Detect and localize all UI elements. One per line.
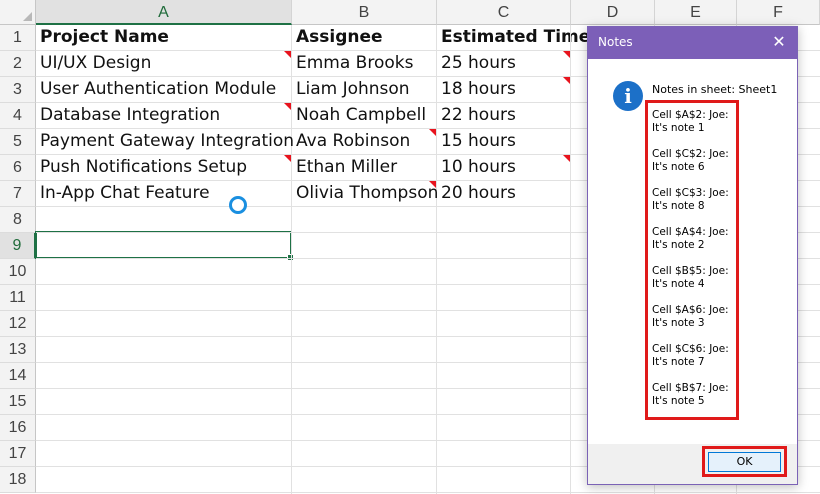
active-cell-a9[interactable] <box>35 231 294 261</box>
row-header-15[interactable]: 15 <box>0 389 36 415</box>
column-header-d[interactable]: D <box>571 0 655 25</box>
note-item: Cell $C$3: Joe: It's note 8 <box>652 187 729 212</box>
dialog-title: Notes <box>598 35 633 49</box>
cell-text: Olivia Thompson <box>296 183 439 203</box>
row-header-4[interactable]: 4 <box>0 103 36 129</box>
cell-c7[interactable]: 20 hours <box>437 181 571 207</box>
note-indicator-icon <box>284 51 291 58</box>
note-indicator-icon <box>429 181 436 188</box>
row-header-16[interactable]: 16 <box>0 415 36 441</box>
row-header-18[interactable]: 18 <box>0 467 36 493</box>
dialog-title-bar[interactable]: Notes ✕ <box>588 27 797 59</box>
cell-c1[interactable]: Estimated Time <box>437 25 590 51</box>
row-header-3[interactable]: 3 <box>0 77 36 103</box>
cell-text: 18 hours <box>441 79 516 99</box>
note-item: Cell $B$5: Joe: It's note 4 <box>652 265 729 290</box>
cell-text: Push Notifications Setup <box>40 157 248 177</box>
cell-c6[interactable]: 10 hours <box>437 155 571 181</box>
row-header-17[interactable]: 17 <box>0 441 36 467</box>
cell-text: 25 hours <box>441 53 516 73</box>
row-header-13[interactable]: 13 <box>0 337 36 363</box>
cell-a3[interactable]: User Authentication Module <box>36 77 292 103</box>
cell-text: Ava Robinson <box>296 131 411 151</box>
row-header-2[interactable]: 2 <box>0 51 36 77</box>
cell-a5[interactable]: Payment Gateway Integration <box>36 129 294 155</box>
row-header-9[interactable]: 9 <box>0 233 36 259</box>
note-indicator-icon <box>284 155 291 162</box>
row-header-8[interactable]: 8 <box>0 207 36 233</box>
cell-c3[interactable]: 18 hours <box>437 77 571 103</box>
cell-a2[interactable]: UI/UX Design <box>36 51 292 77</box>
cell-text: Database Integration <box>40 105 221 125</box>
cell-c5[interactable]: 15 hours <box>437 129 571 155</box>
note-item: Cell $A$6: Joe: It's note 3 <box>652 304 729 329</box>
note-item: Cell $C$2: Joe: It's note 6 <box>652 148 729 173</box>
cell-a4[interactable]: Database Integration <box>36 103 292 129</box>
row-header-7[interactable]: 7 <box>0 181 36 207</box>
column-header-e[interactable]: E <box>655 0 737 25</box>
cell-b3[interactable]: Liam Johnson <box>292 77 437 103</box>
cell-b6[interactable]: Ethan Miller <box>292 155 437 181</box>
notes-dialog[interactable]: Notes ✕ i Notes in sheet: Sheet1 Cell $A… <box>587 26 798 485</box>
note-indicator-icon <box>284 103 291 110</box>
info-icon: i <box>613 81 643 111</box>
cell-b7[interactable]: Olivia Thompson <box>292 181 439 207</box>
note-item: Cell $A$4: Joe: It's note 2 <box>652 226 729 251</box>
busy-cursor-icon <box>229 196 247 214</box>
column-header-f[interactable]: F <box>737 0 820 25</box>
notes-heading: Notes in sheet: Sheet1 <box>652 83 778 96</box>
row-header-12[interactable]: 12 <box>0 311 36 337</box>
cell-c2[interactable]: 25 hours <box>437 51 571 77</box>
cell-a6[interactable]: Push Notifications Setup <box>36 155 292 181</box>
note-indicator-icon <box>563 77 570 84</box>
cell-c4[interactable]: 22 hours <box>437 103 571 129</box>
row-header-5[interactable]: 5 <box>0 129 36 155</box>
note-indicator-icon <box>563 51 570 58</box>
column-header-a[interactable]: A <box>36 0 292 25</box>
column-header-c[interactable]: C <box>437 0 571 25</box>
select-all-corner[interactable] <box>0 0 36 25</box>
note-indicator-icon <box>429 129 436 136</box>
cell-b2[interactable]: Emma Brooks <box>292 51 437 77</box>
column-header-b[interactable]: B <box>292 0 437 25</box>
ok-button[interactable]: OK <box>708 452 781 472</box>
note-item: Cell $B$7: Joe: It's note 5 <box>652 382 729 407</box>
row-header-1[interactable]: 1 <box>0 25 36 51</box>
cell-a1[interactable]: Project Name <box>36 25 292 51</box>
close-icon[interactable]: ✕ <box>761 27 797 59</box>
note-item: Cell $C$6: Joe: It's note 7 <box>652 343 729 368</box>
note-indicator-icon <box>563 155 570 162</box>
note-item: Cell $A$2: Joe: It's note 1 <box>652 109 729 134</box>
cell-text: UI/UX Design <box>40 53 152 73</box>
cell-text: 10 hours <box>441 157 516 177</box>
row-header-11[interactable]: 11 <box>0 285 36 311</box>
cell-b1[interactable]: Assignee <box>292 25 437 51</box>
cell-b5[interactable]: Ava Robinson <box>292 129 437 155</box>
row-header-10[interactable]: 10 <box>0 259 36 285</box>
cell-b4[interactable]: Noah Campbell <box>292 103 437 129</box>
row-header-14[interactable]: 14 <box>0 363 36 389</box>
row-header-6[interactable]: 6 <box>0 155 36 181</box>
cell-a7[interactable]: In-App Chat Feature <box>36 181 292 207</box>
